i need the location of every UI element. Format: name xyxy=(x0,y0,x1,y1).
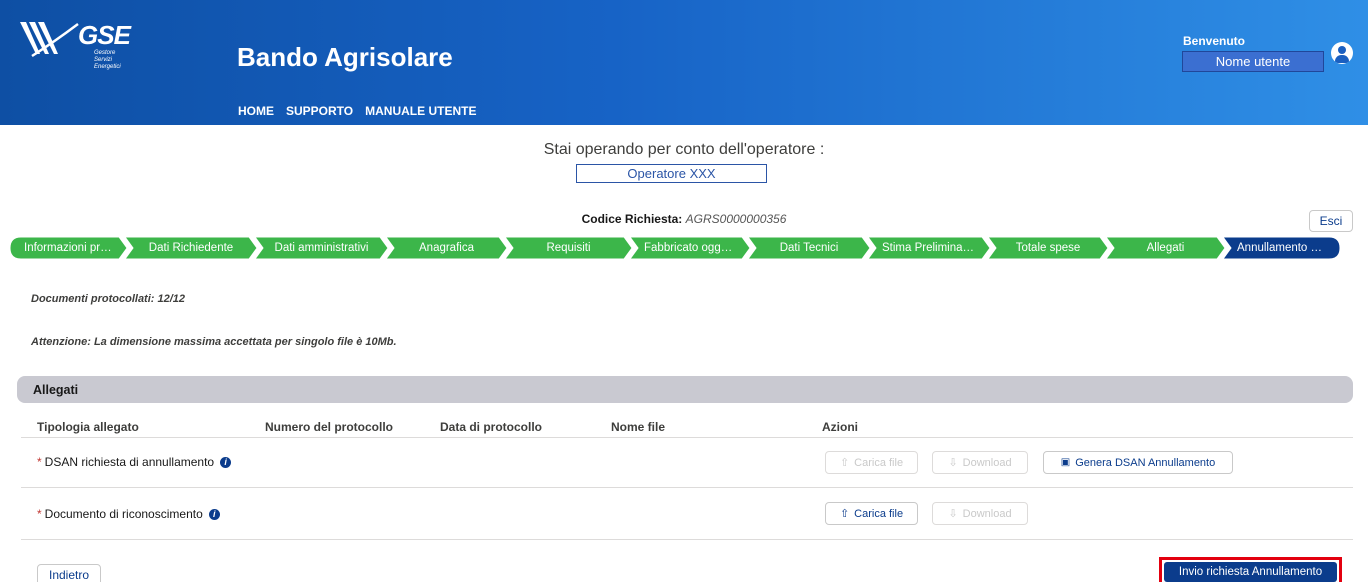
download-button-disabled[interactable]: ⇩ Download xyxy=(932,502,1028,525)
step-10[interactable]: Annullamento dell... xyxy=(1223,237,1340,259)
attachment-name: DSAN richiesta di annullamento xyxy=(44,455,215,469)
request-code-value: AGRS0000000356 xyxy=(685,212,787,226)
step-label: Fabbricato oggett... xyxy=(644,242,744,254)
step-1[interactable]: Dati Richiedente xyxy=(125,237,257,259)
step-label: Dati Richiedente xyxy=(148,242,234,254)
step-label: Requisiti xyxy=(546,242,591,254)
nav-supporto[interactable]: SUPPORTO xyxy=(286,104,353,118)
step-9[interactable]: Allegati xyxy=(1106,237,1225,259)
column-header-azioni: Azioni xyxy=(822,420,858,434)
download-icon: ⇩ xyxy=(948,508,958,520)
download-icon: ⇩ xyxy=(948,457,958,469)
step-5[interactable]: Fabbricato oggett... xyxy=(630,237,750,259)
upload-icon: ⇧ xyxy=(839,508,850,520)
user-name[interactable]: Nome utente xyxy=(1182,51,1324,72)
step-label: Allegati xyxy=(1146,242,1185,254)
request-code-label: Codice Richiesta: xyxy=(581,212,683,226)
gse-wave-icon xyxy=(20,22,79,58)
column-header-tipologia: Tipologia allegato xyxy=(37,420,139,434)
user-avatar-icon[interactable] xyxy=(1331,42,1353,64)
attachment-name: Documento di riconoscimento xyxy=(44,507,203,521)
welcome-label: Benvenuto xyxy=(1183,34,1246,48)
attachments-section-header: Allegati xyxy=(17,376,1353,403)
protocol-count-text: Documenti protocollati: 12/12 xyxy=(31,293,186,305)
divider xyxy=(21,487,1353,488)
table-row: * DSAN richiesta di annullamento i xyxy=(37,454,232,470)
column-header-nome-file: Nome file xyxy=(611,420,666,434)
step-3[interactable]: Anagrafica xyxy=(386,237,507,259)
upload-file-button-disabled[interactable]: ⇧ Carica file xyxy=(825,451,918,474)
document-gear-icon: ▣ xyxy=(1060,457,1071,468)
main-nav: HOME SUPPORTO MANUALE UTENTE xyxy=(238,104,476,118)
required-asterisk: * xyxy=(37,507,42,521)
request-code: Codice Richiesta: AGRS0000000356 xyxy=(0,212,1368,226)
table-row: * Documento di riconoscimento i xyxy=(37,506,220,522)
upload-file-button[interactable]: ⇧ Carica file xyxy=(825,502,918,525)
step-label: Totale spese xyxy=(1015,242,1081,254)
step-7[interactable]: Stima Preliminare... xyxy=(868,237,990,259)
app-title: Bando Agrisolare xyxy=(237,42,453,72)
nav-manuale-utente[interactable]: MANUALE UTENTE xyxy=(365,104,476,118)
logo-subtitle: Gestore Servizi Energetici xyxy=(94,50,121,70)
step-label: Dati amministrativi xyxy=(274,242,369,254)
upload-icon: ⇧ xyxy=(839,457,850,469)
send-cancellation-request-button[interactable]: Invio richiesta Annullamento xyxy=(1164,562,1337,582)
gse-logo[interactable]: GSE Gestore Servizi Energetici xyxy=(18,18,131,78)
column-header-numero-protocollo: Numero del protocollo xyxy=(265,420,394,434)
nav-home[interactable]: HOME xyxy=(238,104,274,118)
exit-button[interactable]: Esci xyxy=(1309,210,1353,232)
divider xyxy=(21,437,1353,438)
step-label: Annullamento dell... xyxy=(1237,242,1339,254)
required-asterisk: * xyxy=(37,455,42,469)
step-label: Informazioni preli... xyxy=(24,242,122,254)
info-icon[interactable]: i xyxy=(220,456,232,468)
step-8[interactable]: Totale spese xyxy=(988,237,1108,259)
step-0[interactable]: Informazioni preli... xyxy=(10,237,127,259)
column-header-data-protocollo: Data di protocollo xyxy=(440,420,542,434)
app-header: GSE Gestore Servizi Energetici Bando Agr… xyxy=(0,0,1368,125)
step-2[interactable]: Dati amministrativi xyxy=(255,237,388,259)
step-4[interactable]: Requisiti xyxy=(505,237,632,259)
step-label: Stima Preliminare... xyxy=(882,242,983,254)
progress-path: Informazioni preli... Dati Richiedente Dat… xyxy=(10,237,1360,259)
generate-dsan-button[interactable]: ▣ Genera DSAN Annullamento xyxy=(1043,451,1233,474)
step-6[interactable]: Dati Tecnici xyxy=(748,237,870,259)
operating-for-label: Stai operando per conto dell'operatore : xyxy=(543,141,825,158)
divider xyxy=(21,539,1353,540)
logo-text: GSE xyxy=(78,20,131,50)
step-label: Anagrafica xyxy=(419,242,474,254)
step-label: Dati Tecnici xyxy=(779,242,839,254)
operator-name: Operatore XXX xyxy=(576,164,767,183)
back-button[interactable]: Indietro xyxy=(37,564,101,582)
info-icon[interactable]: i xyxy=(208,508,220,520)
download-button-disabled[interactable]: ⇩ Download xyxy=(932,451,1028,474)
file-size-warning: Attenzione: La dimensione massima accett… xyxy=(31,336,397,348)
